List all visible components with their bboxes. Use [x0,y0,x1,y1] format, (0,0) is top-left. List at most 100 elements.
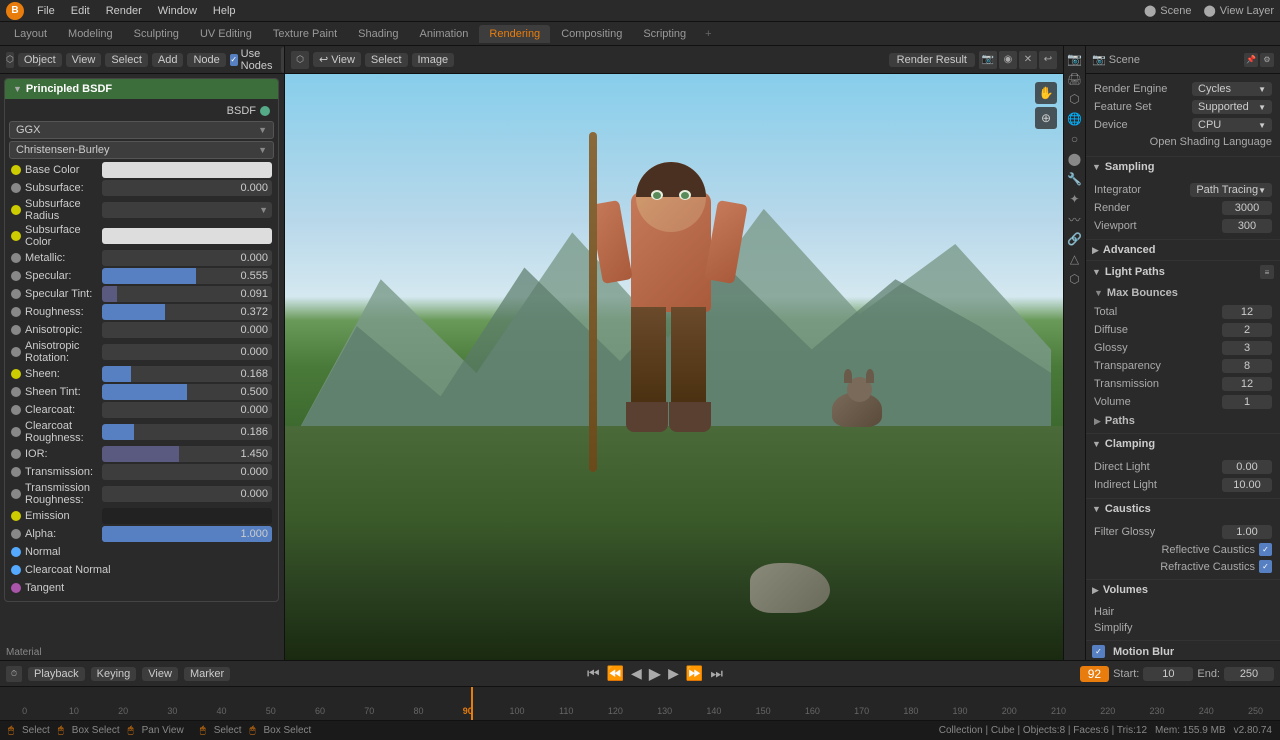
tab-shading[interactable]: Shading [348,25,408,43]
viewport-render-icon[interactable]: ◉ [999,51,1017,69]
sheen-tint-slider[interactable]: 0.500 [102,384,272,400]
anisotropic-slider[interactable]: 0.000 [102,322,272,338]
distribution-dropdown[interactable]: GGX ▼ [9,121,274,139]
next-keyframe-button[interactable]: ▶ [666,665,681,682]
select-button-viewport[interactable]: Select [365,53,408,67]
base-color-swatch[interactable] [102,162,272,178]
subsurface-slider[interactable]: 0.000 [102,180,272,196]
integrator-dropdown[interactable]: Path Tracing ▼ [1190,183,1272,197]
bounce-transparency-field[interactable]: 8 [1222,359,1272,373]
menu-window[interactable]: Window [151,3,204,19]
tab-animation[interactable]: Animation [410,25,479,43]
render-result-button[interactable]: Render Result [889,53,975,67]
tab-texture-paint[interactable]: Texture Paint [263,25,347,43]
tab-sculpting[interactable]: Sculpting [124,25,189,43]
timeline-icon[interactable]: ⏱ [6,666,22,682]
physics-icon[interactable]: 〰 [1066,210,1084,228]
marker-button[interactable]: Marker [184,667,230,681]
end-frame-field[interactable]: 250 [1224,667,1274,681]
bounce-transmission-field[interactable]: 12 [1222,377,1272,391]
specular-slider[interactable]: 0.555 [102,268,272,284]
zoom-icon[interactable]: ⊕ [1035,107,1057,129]
use-nodes-toggle[interactable]: ✓ Use Nodes [230,48,277,72]
menu-help[interactable]: Help [206,3,243,19]
transmission-roughness-slider[interactable]: 0.000 [102,486,272,502]
data-icon[interactable]: △ [1066,250,1084,268]
tab-uv-editing[interactable]: UV Editing [190,25,262,43]
subsurface-method-dropdown[interactable]: Christensen-Burley ▼ [9,141,274,159]
world-icon[interactable]: ○ [1066,130,1084,148]
settings-icon[interactable]: ⚙ [1260,53,1274,67]
bounce-diffuse-field[interactable]: 2 [1222,323,1272,337]
volumes-header[interactable]: ▶ Volumes [1086,580,1280,600]
menu-file[interactable]: File [30,3,62,19]
subsurface-color-swatch[interactable] [102,228,272,244]
render-icon[interactable]: 📷 [1066,50,1084,68]
view-timeline-button[interactable]: View [142,667,178,681]
sampling-section-header[interactable]: ▼ Sampling [1086,157,1280,177]
add-button[interactable]: Add [152,53,184,67]
viewport-close-icon[interactable]: ↩ [1039,51,1057,69]
bounce-glossy-field[interactable]: 3 [1222,341,1272,355]
feature-set-dropdown[interactable]: Supported ▼ [1192,100,1272,114]
light-paths-header[interactable]: ▼ Light Paths ≡ [1086,261,1280,283]
specular-tint-slider[interactable]: 0.091 [102,286,272,302]
bsdf-collapse-triangle[interactable]: ▼ [13,84,22,94]
pin-icon[interactable]: 📌 [1244,53,1258,67]
emission-color-swatch[interactable] [102,508,272,524]
sheen-slider[interactable]: 0.168 [102,366,272,382]
next-frame-button[interactable]: ⏩ [684,665,705,682]
keying-button[interactable]: Keying [91,667,137,681]
anisotropic-rotation-slider[interactable]: 0.000 [102,344,272,360]
constraints-icon[interactable]: 🔗 [1066,230,1084,248]
clearcoat-roughness-slider[interactable]: 0.186 [102,424,272,440]
tab-rendering[interactable]: Rendering [479,25,550,43]
roughness-slider[interactable]: 0.372 [102,304,272,320]
add-workspace-button[interactable]: + [697,25,719,43]
reflective-caustics-checkbox[interactable]: ✓ [1259,543,1272,556]
tab-scripting[interactable]: Scripting [633,25,696,43]
transmission-slider[interactable]: 0.000 [102,464,272,480]
render-engine-dropdown[interactable]: Cycles ▼ [1192,82,1272,96]
output-icon[interactable]: 🖨 [1066,70,1084,88]
start-frame-field[interactable]: 10 [1143,667,1193,681]
play-button[interactable]: ▶ [647,664,663,684]
refractive-caustics-checkbox[interactable]: ✓ [1259,560,1272,573]
filter-glossy-field[interactable]: 1.00 [1222,525,1272,539]
viewport-settings-icon[interactable]: ✕ [1019,51,1037,69]
bounce-volume-field[interactable]: 1 [1222,395,1272,409]
clamping-header[interactable]: ▼ Clamping [1086,434,1280,454]
tab-compositing[interactable]: Compositing [551,25,632,43]
metallic-slider[interactable]: 0.000 [102,250,272,266]
view-button[interactable]: View [66,53,102,67]
max-bounces-triangle[interactable]: ▼ [1094,288,1103,298]
orbit-icon[interactable]: ✋ [1035,82,1057,104]
viewport-camera-icon[interactable]: 📷 [979,51,997,69]
scene-icon-side[interactable]: 🌐 [1066,110,1084,128]
menu-edit[interactable]: Edit [64,3,97,19]
advanced-section-header[interactable]: ▶ Advanced [1086,240,1280,260]
view-layer-icon-side[interactable]: ⬡ [1066,90,1084,108]
jump-start-button[interactable]: ⏮ [585,665,602,682]
object-icon[interactable]: ⬤ [1066,150,1084,168]
image-button-viewport[interactable]: Image [412,53,455,67]
bounce-total-field[interactable]: 12 [1222,305,1272,319]
subsurface-radius-dropdown[interactable]: ▼ [102,202,272,218]
playback-button[interactable]: Playback [28,667,85,681]
jump-end-button[interactable]: ⏭ [708,665,725,682]
indirect-light-field[interactable]: 10.00 [1222,478,1272,492]
viewport-samples-field[interactable]: 300 [1222,219,1272,233]
prev-keyframe-button[interactable]: ◀ [629,665,644,682]
clearcoat-slider[interactable]: 0.000 [102,402,272,418]
light-paths-settings-icon[interactable]: ≡ [1260,265,1274,279]
modifier-icon[interactable]: 🔧 [1066,170,1084,188]
particles-icon[interactable]: ✦ [1066,190,1084,208]
motion-blur-checkbox[interactable]: ✓ [1092,645,1105,658]
paths-triangle[interactable]: ▶ [1094,416,1101,427]
render-samples-field[interactable]: 3000 [1222,201,1272,215]
ior-slider[interactable]: 1.450 [102,446,272,462]
material-icon[interactable]: ⬡ [1066,270,1084,288]
use-nodes-checkbox[interactable]: ✓ [230,54,238,66]
tab-layout[interactable]: Layout [4,25,57,43]
direct-light-field[interactable]: 0.00 [1222,460,1272,474]
